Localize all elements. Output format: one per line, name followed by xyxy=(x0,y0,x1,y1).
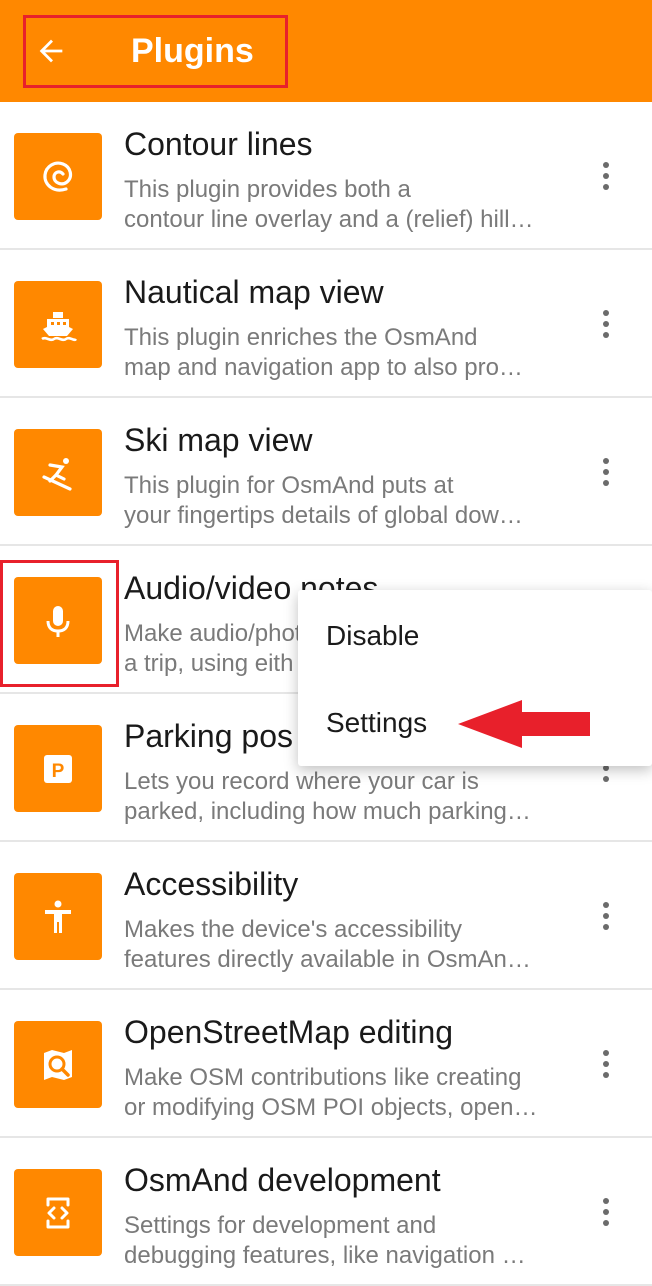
more-options-button[interactable] xyxy=(590,1048,622,1080)
more-options-button[interactable] xyxy=(590,160,622,192)
plugin-description-line: contour line overlay and a (relief) hill… xyxy=(124,206,534,233)
plugin-description: Make OSM contributions like creating or … xyxy=(124,1063,556,1123)
plugin-description: Makes the device's accessibility feature… xyxy=(124,915,556,975)
plugin-icon-tile xyxy=(14,1169,102,1256)
more-options-button[interactable] xyxy=(590,900,622,932)
plugin-icon-tile xyxy=(14,429,102,516)
plugin-description-line: or modifying OSM POI objects, open… xyxy=(124,1094,538,1121)
ship-icon xyxy=(41,311,78,341)
plugin-icon-tile xyxy=(14,281,102,368)
plugin-description: Settings for development and debugging f… xyxy=(124,1211,556,1271)
plugin-title: Ski map view xyxy=(124,422,313,458)
plugin-description-line: debugging features, like navigation … xyxy=(124,1242,526,1269)
page-title: Plugins xyxy=(131,32,254,70)
plugin-description: This plugin for OsmAnd puts at your fing… xyxy=(124,471,556,531)
plugin-description-line: Lets you record where your car is xyxy=(124,768,479,795)
plugin-icon-tile: P xyxy=(14,725,102,812)
plugin-title: Parking pos xyxy=(124,718,293,754)
plugin-title: OsmAnd development xyxy=(124,1162,441,1198)
plugin-description-line: This plugin enriches the OsmAnd xyxy=(124,324,478,351)
microphone-icon xyxy=(46,605,70,637)
plugin-row-nautical[interactable]: Nautical map view This plugin enriches t… xyxy=(0,250,652,398)
contour-icon xyxy=(43,161,73,192)
plugin-row-osm-editing[interactable]: OpenStreetMap editing Make OSM contribut… xyxy=(0,990,652,1138)
plugin-description-line: your fingertips details of global dow… xyxy=(124,502,523,529)
plugin-row-development[interactable]: OsmAnd development Settings for developm… xyxy=(0,1138,652,1286)
plugin-title: Nautical map view xyxy=(124,274,384,310)
red-arrow-icon xyxy=(458,700,590,748)
plugin-description-line: features directly available in OsmAn… xyxy=(124,946,531,973)
developer-icon xyxy=(46,1197,70,1228)
plugin-title: OpenStreetMap editing xyxy=(124,1014,454,1050)
more-options-button[interactable] xyxy=(590,456,622,488)
accessibility-icon xyxy=(45,900,71,933)
plugin-title: Accessibility xyxy=(124,866,299,902)
plugin-description-line: Makes the device's accessibility xyxy=(124,916,463,943)
osm-edit-icon xyxy=(44,1049,72,1080)
skier-icon xyxy=(42,457,72,491)
menu-item-disable[interactable]: Disable xyxy=(326,618,419,654)
plugin-row-accessibility[interactable]: Accessibility Makes the device's accessi… xyxy=(0,842,652,990)
plugin-description: Lets you record where your car is parked… xyxy=(124,767,556,827)
plugin-row-contour-lines[interactable]: Contour lines This plugin provides both … xyxy=(0,102,652,250)
plugin-icon-tile xyxy=(14,873,102,960)
plugin-description-line: This plugin for OsmAnd puts at xyxy=(124,472,454,499)
plugin-icon-tile xyxy=(14,1021,102,1108)
menu-item-settings[interactable]: Settings xyxy=(326,705,427,741)
plugin-description-line: parked, including how much parking… xyxy=(124,798,531,825)
app-bar: Plugins xyxy=(0,0,652,102)
plugin-description-line: This plugin provides both a xyxy=(124,176,411,203)
plugin-description-line: map and navigation app to also pro… xyxy=(124,354,523,381)
plugin-description: This plugin provides both a contour line… xyxy=(124,175,556,235)
plugin-description: This plugin enriches the OsmAnd map and … xyxy=(124,323,556,383)
plugin-icon-tile xyxy=(14,133,102,220)
parking-icon: P xyxy=(44,754,72,783)
plugin-row-ski[interactable]: Ski map view This plugin for OsmAnd puts… xyxy=(0,398,652,546)
plugin-description-line: Make OSM contributions like creating xyxy=(124,1064,522,1091)
arrow-left-icon xyxy=(39,39,63,63)
plugin-description-line: Settings for development and xyxy=(124,1212,437,1239)
more-options-button[interactable] xyxy=(590,308,622,340)
plugin-icon-tile xyxy=(14,577,102,664)
svg-text:P: P xyxy=(52,761,65,782)
plugin-title: Contour lines xyxy=(124,126,313,162)
back-button[interactable] xyxy=(30,30,72,72)
more-options-button[interactable] xyxy=(590,1196,622,1228)
